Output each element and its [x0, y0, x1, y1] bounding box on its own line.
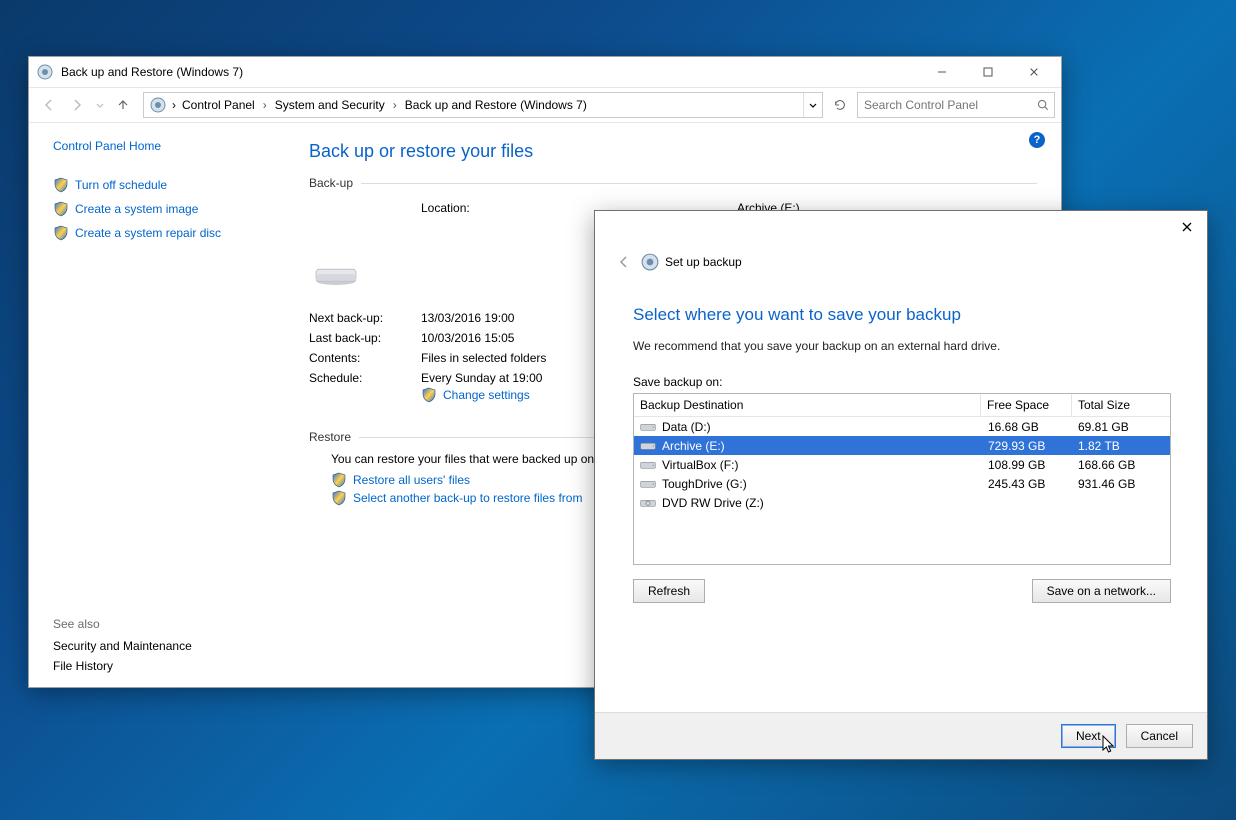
hdd-icon: [640, 459, 656, 471]
maximize-button[interactable]: [965, 57, 1011, 87]
control-panel-home-link[interactable]: Control Panel Home: [53, 139, 271, 153]
shield-icon: [53, 177, 69, 193]
table-row[interactable]: VirtualBox (F:) 108.99 GB168.66 GB: [634, 455, 1170, 474]
titlebar[interactable]: Back up and Restore (Windows 7): [29, 57, 1061, 87]
sidebar-item-turn-off-schedule[interactable]: Turn off schedule: [53, 177, 271, 193]
save-on-network-button[interactable]: Save on a network...: [1032, 579, 1171, 603]
label-contents: Contents:: [309, 348, 421, 368]
breadcrumb-dropdown[interactable]: [803, 93, 822, 117]
sidebar-item-label[interactable]: Create a system repair disc: [75, 226, 221, 240]
table-row[interactable]: Data (D:) 16.68 GB69.81 GB: [634, 417, 1170, 436]
see-also-link[interactable]: Security and Maintenance: [53, 639, 271, 653]
breadcrumb-bar[interactable]: › Control Panel› System and Security› Ba…: [143, 92, 823, 118]
nav-up-button[interactable]: [109, 91, 137, 119]
change-settings-link[interactable]: Change settings: [443, 388, 530, 402]
shield-icon: [331, 472, 347, 488]
shield-icon: [331, 490, 347, 506]
row-free: 245.43 GB: [982, 477, 1072, 491]
help-icon[interactable]: ?: [1029, 132, 1045, 148]
search-icon[interactable]: [1032, 98, 1054, 112]
row-name: ToughDrive (G:): [662, 477, 747, 491]
label-schedule: Schedule:: [309, 368, 421, 408]
location-icon: [150, 97, 166, 113]
restore-all-link[interactable]: Restore all users' files: [353, 473, 470, 487]
dialog-close-button[interactable]: [1173, 215, 1201, 239]
row-name: Data (D:): [662, 420, 711, 434]
chevron-right-icon[interactable]: ›: [391, 98, 399, 112]
wizard-footer: Next Cancel: [595, 712, 1207, 759]
drive-image-icon: [311, 262, 361, 288]
breadcrumb: Control Panel› System and Security› Back…: [176, 98, 803, 112]
backup-restore-icon: [37, 64, 53, 80]
minimize-button[interactable]: [919, 57, 965, 87]
wizard-subtitle: We recommend that you save your backup o…: [633, 339, 1171, 353]
sidebar-item-create-repair-disc[interactable]: Create a system repair disc: [53, 225, 271, 241]
row-total: 168.66 GB: [1072, 458, 1170, 472]
breadcrumb-segment[interactable]: Back up and Restore (Windows 7): [399, 98, 593, 112]
page-title: Back up or restore your files: [309, 141, 1037, 162]
wizard-header: Set up backup: [665, 255, 742, 269]
hdd-icon: [640, 440, 656, 452]
col-destination[interactable]: Backup Destination: [634, 394, 981, 416]
sidebar-item-create-image[interactable]: Create a system image: [53, 201, 271, 217]
row-total: 69.81 GB: [1072, 420, 1170, 434]
cancel-button[interactable]: Cancel: [1126, 724, 1193, 748]
close-button[interactable]: [1011, 57, 1057, 87]
next-button[interactable]: Next: [1061, 724, 1116, 748]
sidebar-item-label[interactable]: Turn off schedule: [75, 178, 167, 192]
section-backup: Back-up: [309, 176, 1037, 190]
save-on-label: Save backup on:: [633, 375, 1171, 389]
search-input[interactable]: [858, 93, 1032, 117]
breadcrumb-segment[interactable]: System and Security: [269, 98, 391, 112]
select-another-backup-link[interactable]: Select another back-up to restore files …: [353, 491, 582, 505]
window-title: Back up and Restore (Windows 7): [61, 65, 919, 79]
search-box[interactable]: [857, 92, 1055, 118]
row-total: 931.46 GB: [1072, 477, 1170, 491]
destination-table: Backup Destination Free Space Total Size…: [633, 393, 1171, 565]
dvd-icon: [640, 497, 656, 509]
see-also-heading: See also: [53, 617, 271, 631]
breadcrumb-segment[interactable]: Control Panel: [176, 98, 261, 112]
nav-back-button[interactable]: [35, 91, 63, 119]
sidebar: Control Panel Home Turn off schedule Cre…: [29, 123, 285, 689]
wizard-back-button[interactable]: [611, 249, 637, 275]
hdd-icon: [640, 478, 656, 490]
shield-icon: [421, 387, 437, 403]
see-also-link[interactable]: File History: [53, 659, 271, 673]
refresh-button[interactable]: [829, 93, 851, 117]
col-free[interactable]: Free Space: [981, 394, 1072, 416]
chevron-right-icon[interactable]: ›: [261, 98, 269, 112]
shield-icon: [53, 225, 69, 241]
row-name: DVD RW Drive (Z:): [662, 496, 764, 510]
table-row[interactable]: ToughDrive (G:) 245.43 GB931.46 GB: [634, 474, 1170, 493]
sidebar-item-label[interactable]: Create a system image: [75, 202, 198, 216]
backup-icon: [641, 253, 659, 271]
nav-recent-button[interactable]: [91, 91, 109, 119]
row-free: 729.93 GB: [982, 439, 1072, 453]
setup-backup-dialog: Set up backup Select where you want to s…: [594, 210, 1208, 760]
nav-forward-button[interactable]: [63, 91, 91, 119]
row-name: VirtualBox (F:): [662, 458, 738, 472]
shield-icon: [53, 201, 69, 217]
row-free: 108.99 GB: [982, 458, 1072, 472]
row-name: Archive (E:): [662, 439, 725, 453]
label-last: Last back-up:: [309, 328, 421, 348]
hdd-icon: [640, 421, 656, 433]
table-header: Backup Destination Free Space Total Size: [634, 394, 1170, 417]
refresh-button[interactable]: Refresh: [633, 579, 705, 603]
address-bar: › Control Panel› System and Security› Ba…: [29, 87, 1061, 123]
row-total: 1.82 TB: [1072, 439, 1170, 453]
label-next: Next back-up:: [309, 308, 421, 328]
table-row[interactable]: DVD RW Drive (Z:): [634, 493, 1170, 512]
wizard-title: Select where you want to save your backu…: [633, 305, 1171, 325]
col-total[interactable]: Total Size: [1072, 394, 1170, 416]
row-free: 16.68 GB: [982, 420, 1072, 434]
table-row[interactable]: Archive (E:) 729.93 GB1.82 TB: [634, 436, 1170, 455]
